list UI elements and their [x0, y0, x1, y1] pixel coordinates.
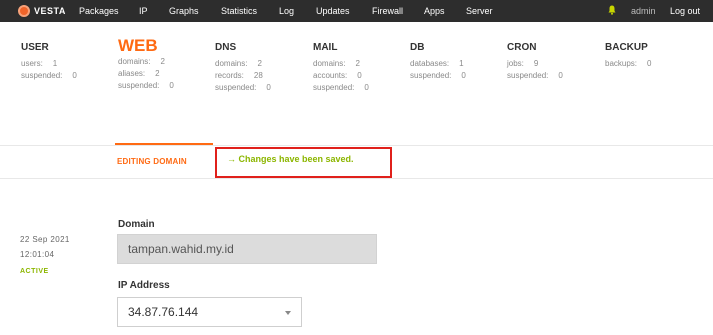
nav-graphs[interactable]: Graphs: [169, 6, 199, 16]
user-link[interactable]: admin: [631, 6, 656, 16]
nav-updates[interactable]: Updates: [316, 6, 350, 16]
stat-line: domains: 2: [215, 59, 262, 68]
nav-ip[interactable]: IP: [139, 6, 148, 16]
logo-text: VESTA: [34, 6, 66, 16]
nav-log[interactable]: Log: [279, 6, 294, 16]
stat-db[interactable]: DB databases: 1 suspended: 0: [410, 40, 466, 80]
stat-line: backups: 0: [605, 59, 652, 68]
chevron-down-icon: [285, 311, 291, 315]
stat-line: records: 28: [215, 71, 263, 80]
stat-backup[interactable]: BACKUP backups: 0: [605, 40, 651, 68]
stat-mail[interactable]: MAIL domains: 2 accounts: 0 suspended: 0: [313, 40, 369, 92]
nav-statistics[interactable]: Statistics: [221, 6, 257, 16]
stat-title: CRON: [507, 42, 537, 53]
domain-label: Domain: [118, 219, 155, 230]
stat-user[interactable]: USER users: 1 suspended: 0: [21, 40, 77, 80]
stat-line: suspended: 0: [313, 83, 369, 92]
stat-title: DB: [410, 42, 425, 53]
domain-field[interactable]: tampan.wahid.my.id: [117, 234, 377, 264]
stat-line: jobs: 9: [507, 59, 539, 68]
stat-title: DNS: [215, 42, 237, 53]
ip-address-select[interactable]: 34.87.76.144: [117, 297, 302, 327]
highlight-box: [215, 147, 392, 178]
active-tab-indicator: [115, 143, 213, 145]
stat-line: domains: 2: [118, 57, 165, 66]
nav-apps[interactable]: Apps: [424, 6, 445, 16]
stat-line: aliases: 2: [118, 69, 160, 78]
stat-title: BACKUP: [605, 42, 648, 53]
section-divider: [0, 145, 713, 146]
section-divider: [0, 178, 713, 179]
ip-address-label: IP Address: [118, 280, 170, 291]
stat-line: suspended: 0: [118, 81, 174, 90]
stat-cron[interactable]: CRON jobs: 9 suspended: 0: [507, 40, 563, 80]
ip-address-value: 34.87.76.144: [128, 305, 199, 319]
nav-firewall[interactable]: Firewall: [372, 6, 403, 16]
stat-line: suspended: 0: [21, 71, 77, 80]
stat-line: databases: 1: [410, 59, 464, 68]
domain-time: 12:01:04: [20, 250, 55, 259]
stat-dns[interactable]: DNS domains: 2 records: 28 suspended: 0: [215, 40, 271, 92]
logo-icon: [18, 5, 30, 17]
stat-title: USER: [21, 42, 49, 53]
logo[interactable]: VESTA: [18, 4, 66, 18]
logout-link[interactable]: Log out: [670, 6, 700, 16]
domain-date: 22 Sep 2021: [20, 235, 70, 244]
bell-icon[interactable]: [608, 5, 616, 15]
top-navbar: VESTA Packages IP Graphs Statistics Log …: [0, 0, 713, 22]
stat-title: WEB: [118, 36, 158, 55]
stat-line: suspended: 0: [215, 83, 271, 92]
stat-line: accounts: 0: [313, 71, 362, 80]
stat-line: suspended: 0: [507, 71, 563, 80]
nav-packages[interactable]: Packages: [79, 6, 119, 16]
stat-line: suspended: 0: [410, 71, 466, 80]
stat-title: MAIL: [313, 42, 338, 53]
editing-domain-label: EDITING DOMAIN: [117, 157, 187, 166]
nav-server[interactable]: Server: [466, 6, 493, 16]
stat-line: users: 1: [21, 59, 58, 68]
status-badge: ACTIVE: [20, 268, 49, 275]
stat-web[interactable]: WEB domains: 2 aliases: 2 suspended: 0: [118, 36, 174, 90]
stat-line: domains: 2: [313, 59, 360, 68]
